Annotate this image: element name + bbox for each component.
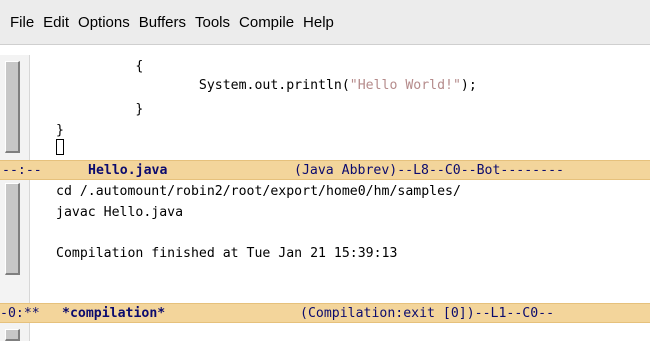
mode-line-status: -0:** [0,306,40,321]
mode-line-source[interactable]: --:-- Hello.java (Java Abbrev)--L8--C0--… [0,160,650,180]
compilation-scrollbar[interactable] [0,180,30,303]
menu-buffers[interactable]: Buffers [135,12,190,33]
mode-line-buffer-name: Hello.java [88,163,168,178]
compilation-line: Compilation finished at Tue Jan 21 15:39… [56,246,398,261]
mode-line-buffer-name: *compilation* [62,306,166,321]
menu-options[interactable]: Options [74,12,134,33]
menu-bar: File Edit Options Buffers Tools Compile … [0,0,650,45]
mode-line-info: (Compilation:exit [0])--L1--C0-- [300,306,555,321]
text-cursor [56,139,64,155]
mode-line-info: (Java Abbrev)--L8--C0--Bot-------- [294,163,564,178]
menu-help[interactable]: Help [299,12,338,33]
compilation-scroll-thumb[interactable] [5,183,20,275]
code-line: { [56,59,144,74]
menu-file[interactable]: File [6,12,38,33]
string-literal: "Hello World!" [349,78,461,93]
compilation-line: cd /.automount/robin2/root/export/home0/… [56,184,461,199]
menu-edit[interactable]: Edit [39,12,73,33]
minibuffer-scrollbar[interactable] [0,323,30,341]
mode-line-compilation[interactable]: -0:** *compilation* (Compilation:exit [0… [0,303,650,323]
menu-tools[interactable]: Tools [191,12,234,33]
menu-compile[interactable]: Compile [235,12,298,33]
code-line: } [56,123,64,138]
source-scroll-thumb[interactable] [5,61,20,153]
source-scrollbar[interactable] [0,55,30,160]
code-line: } [56,102,144,117]
minibuffer-scroll-thumb[interactable] [5,329,20,341]
code-line: System.out.println("Hello World!"); [56,78,477,93]
compilation-line: javac Hello.java [56,205,184,220]
mode-line-status: --:-- [2,163,42,178]
